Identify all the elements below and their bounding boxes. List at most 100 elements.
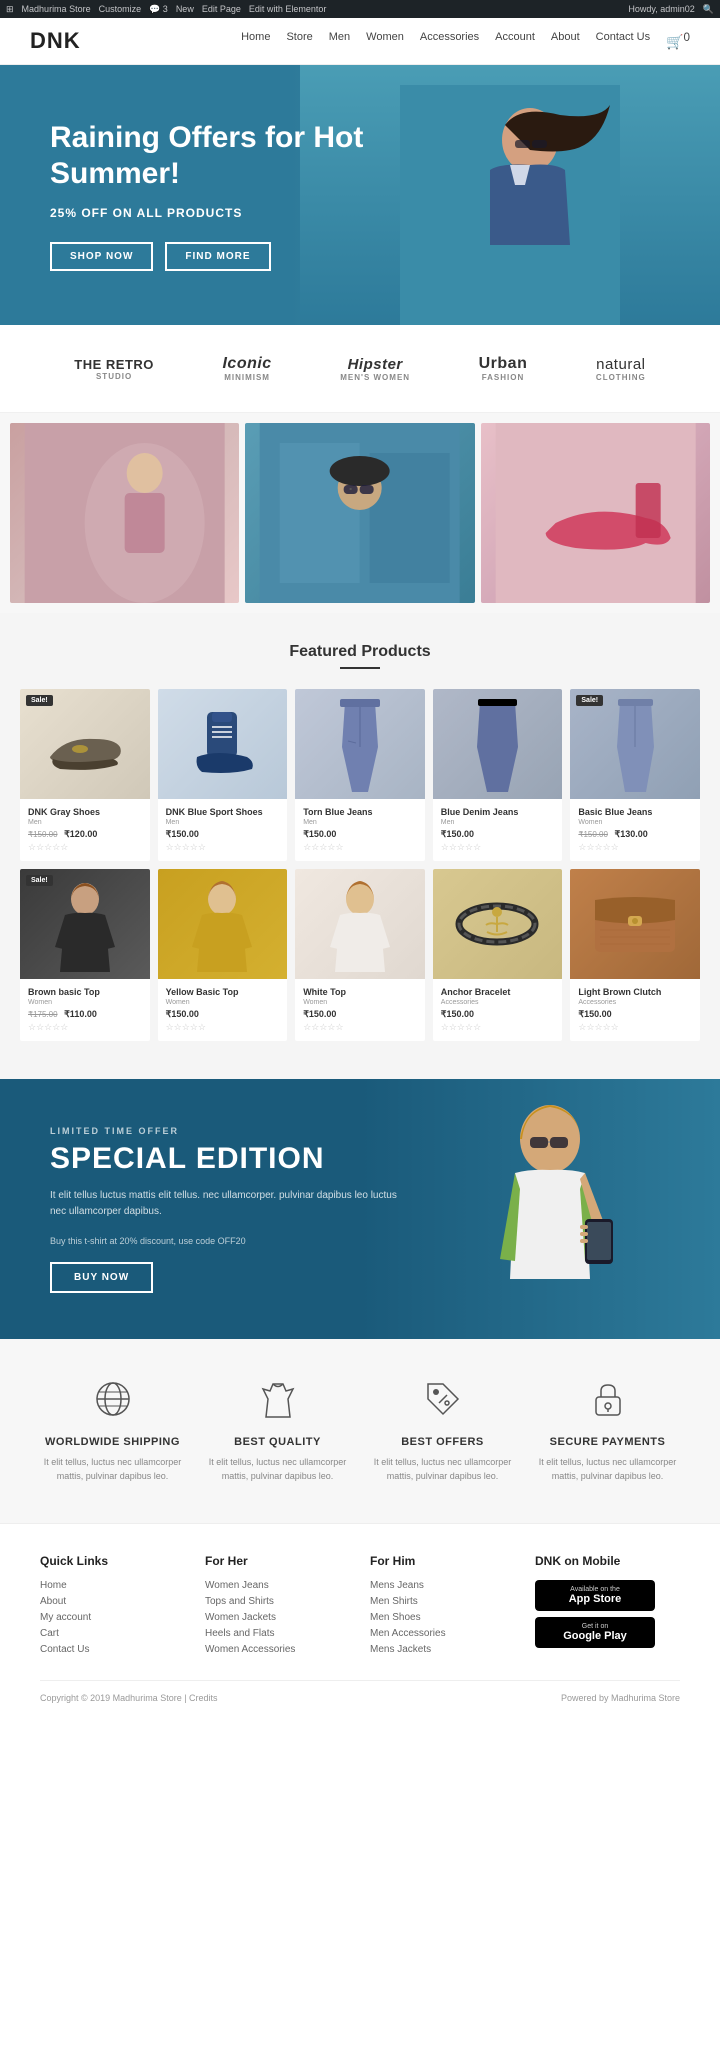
admin-bar-elementor[interactable]: Edit with Elementor bbox=[249, 4, 327, 14]
special-person-image bbox=[380, 1079, 680, 1339]
footer-for-her: For Her Women Jeans Tops and Shirts Wome… bbox=[205, 1554, 350, 1660]
product-image-clutch bbox=[570, 869, 700, 979]
feature-title: SECURE PAYMENTS bbox=[550, 1436, 666, 1448]
product-stars: ☆☆☆☆☆ bbox=[303, 842, 417, 853]
hero-title: Raining Offers for Hot Summer! bbox=[50, 120, 370, 192]
powered-by-text: Powered by Madhurima Store bbox=[561, 1693, 680, 1703]
promo-bg-2 bbox=[245, 423, 474, 603]
product-image-torn-jeans bbox=[295, 689, 425, 799]
product-stars: ☆☆☆☆☆ bbox=[166, 1022, 280, 1033]
nav-accessories[interactable]: Accessories bbox=[420, 31, 479, 51]
footer-link-men-shoes[interactable]: Men Shoes bbox=[370, 1612, 515, 1623]
shop-now-button[interactable]: SHOP NOW bbox=[50, 242, 153, 271]
nav-home[interactable]: Home bbox=[241, 31, 270, 51]
nav-contact[interactable]: Contact Us bbox=[596, 31, 650, 51]
product-stars: ☆☆☆☆☆ bbox=[441, 1022, 555, 1033]
product-info-basic-jeans: Basic Blue Jeans Women ₹150.00 ₹130.00 ☆… bbox=[570, 799, 700, 861]
footer-link-heels[interactable]: Heels and Flats bbox=[205, 1628, 350, 1639]
featured-title: Featured Products bbox=[20, 643, 700, 661]
hero-content: Raining Offers for Hot Summer! 25% OFF O… bbox=[50, 120, 370, 271]
footer-link-cart[interactable]: Cart bbox=[40, 1628, 185, 1639]
feature-offers: BEST OFFERS It elit tellus, luctus nec u… bbox=[368, 1379, 518, 1483]
footer-link-mens-jeans[interactable]: Mens Jeans bbox=[370, 1580, 515, 1591]
feature-desc: It elit tellus, luctus nec ullamcorper m… bbox=[38, 1456, 188, 1483]
dress-svg bbox=[258, 1379, 298, 1419]
product-card-white-top[interactable]: White Top Women ₹150.00 ☆☆☆☆☆ bbox=[295, 869, 425, 1041]
product-info-clutch: Light Brown Clutch Accessories ₹150.00 ☆… bbox=[570, 979, 700, 1041]
product-card-blue-denim[interactable]: Blue Denim Jeans Men ₹150.00 ☆☆☆☆☆ bbox=[433, 689, 563, 861]
find-more-button[interactable]: FINd More bbox=[165, 242, 270, 271]
footer-link-contact[interactable]: Contact Us bbox=[40, 1644, 185, 1655]
admin-bar-site[interactable]: Madhurima Store bbox=[22, 4, 91, 14]
featured-products-section: Featured Products Sale! DNK Gray Shoes M… bbox=[0, 613, 720, 1079]
product-card-gray-shoes[interactable]: Sale! DNK Gray Shoes Men ₹150.00 ₹120.00… bbox=[20, 689, 150, 861]
app-store-badge[interactable]: Available on the App Store bbox=[535, 1580, 655, 1611]
admin-bar-user[interactable]: Howdy, admin02 bbox=[628, 4, 694, 14]
footer-links-list: Home About My account Cart Contact Us bbox=[40, 1580, 185, 1655]
promo-card-tanktops: 20% OFF ONTANK TOPS Lorem ipsum dolor si… bbox=[10, 423, 239, 603]
feature-title: BEST OFFERS bbox=[401, 1436, 484, 1448]
footer-link-women-jackets[interactable]: Women Jackets bbox=[205, 1612, 350, 1623]
product-price: ₹150.00 ₹120.00 bbox=[28, 829, 142, 840]
special-content: LIMITED TIME OFFER SPECIAL EDITION It el… bbox=[50, 1126, 400, 1293]
product-card-brown-top[interactable]: Sale! Brown basic Top Women bbox=[20, 869, 150, 1041]
current-price: ₹130.00 bbox=[614, 829, 647, 839]
promo-bg-1 bbox=[10, 423, 239, 603]
feature-payments: SECURE PAYMENTS It elit tellus, luctus n… bbox=[533, 1379, 683, 1483]
product-card-torn-jeans[interactable]: Torn Blue Jeans Men ₹150.00 ☆☆☆☆☆ bbox=[295, 689, 425, 861]
brand-iconic: Iconic MINIMISM bbox=[222, 355, 271, 382]
product-name: DNK Blue Sport Shoes bbox=[166, 807, 280, 817]
hero-buttons: SHOP NOW FINd More bbox=[50, 242, 370, 271]
quality-icon bbox=[258, 1379, 298, 1426]
nav-women[interactable]: Women bbox=[366, 31, 404, 51]
hero-subtitle: 25% OFF ON ALL PRODUCTS bbox=[50, 206, 370, 220]
nav-account[interactable]: Account bbox=[495, 31, 535, 51]
admin-bar-edit-page[interactable]: Edit Page bbox=[202, 4, 241, 14]
product-card-yellow-top[interactable]: Yellow Basic Top Women ₹150.00 ☆☆☆☆☆ bbox=[158, 869, 288, 1041]
product-card-blue-sport-shoes[interactable]: DNK Blue Sport Shoes Men ₹150.00 ☆☆☆☆☆ bbox=[158, 689, 288, 861]
product-price: ₹150.00 bbox=[441, 829, 555, 840]
products-row-1: Sale! DNK Gray Shoes Men ₹150.00 ₹120.00… bbox=[20, 689, 700, 861]
footer-quick-links: Quick Links Home About My account Cart C… bbox=[40, 1554, 185, 1660]
globe-svg bbox=[93, 1379, 133, 1419]
nav-store[interactable]: Store bbox=[286, 31, 312, 51]
torn-jeans-svg bbox=[330, 697, 390, 792]
product-image-white-top bbox=[295, 869, 425, 979]
old-price: ₹150.00 bbox=[28, 830, 58, 839]
footer-link-about[interactable]: About bbox=[40, 1596, 185, 1607]
product-card-clutch[interactable]: Light Brown Clutch Accessories ₹150.00 ☆… bbox=[570, 869, 700, 1041]
footer-link-mens-jackets[interactable]: Mens Jackets bbox=[370, 1644, 515, 1655]
footer-link-men-acc[interactable]: Men Accessories bbox=[370, 1628, 515, 1639]
cart-icon[interactable]: 🛒0 bbox=[666, 31, 690, 51]
footer-link-men-shirts[interactable]: Men Shirts bbox=[370, 1596, 515, 1607]
product-info-blue-sport: DNK Blue Sport Shoes Men ₹150.00 ☆☆☆☆☆ bbox=[158, 799, 288, 861]
product-category: Men bbox=[28, 819, 142, 826]
promo-bg-3 bbox=[481, 423, 710, 603]
product-card-basic-jeans[interactable]: Sale! Basic Blue Jeans Women ₹150.00 ₹13… bbox=[570, 689, 700, 861]
admin-bar-comments[interactable]: 💬 3 bbox=[149, 4, 168, 15]
nav-about[interactable]: About bbox=[551, 31, 580, 51]
footer-link-home[interactable]: Home bbox=[40, 1580, 185, 1591]
nav-men[interactable]: Men bbox=[329, 31, 350, 51]
shipping-icon bbox=[93, 1379, 133, 1426]
site-logo[interactable]: DNK bbox=[30, 28, 81, 54]
product-info-blue-denim: Blue Denim Jeans Men ₹150.00 ☆☆☆☆☆ bbox=[433, 799, 563, 861]
product-image-bracelet bbox=[433, 869, 563, 979]
google-play-badge[interactable]: Get it on Google Play bbox=[535, 1617, 655, 1648]
promo-card-eyewear: LATESTEYEWEAR Lorem ipsum dolor sit amet… bbox=[245, 423, 474, 603]
admin-bar-customize[interactable]: Customize bbox=[99, 4, 142, 14]
product-image-blue-denim bbox=[433, 689, 563, 799]
product-name: DNK Gray Shoes bbox=[28, 807, 142, 817]
admin-bar-new[interactable]: New bbox=[176, 4, 194, 14]
product-card-bracelet[interactable]: Anchor Bracelet Accessories ₹150.00 ☆☆☆☆… bbox=[433, 869, 563, 1041]
search-icon[interactable]: 🔍 bbox=[703, 4, 714, 15]
footer-link-tops-shirts[interactable]: Tops and Shirts bbox=[205, 1596, 350, 1607]
buy-now-button[interactable]: BUY NOW bbox=[50, 1262, 153, 1293]
product-name: Basic Blue Jeans bbox=[578, 807, 692, 817]
footer-link-women-acc[interactable]: Women Accessories bbox=[205, 1644, 350, 1655]
footer-link-women-jeans[interactable]: Women Jeans bbox=[205, 1580, 350, 1591]
product-category: Men bbox=[303, 819, 417, 826]
feature-title: WORLDWIDE SHIPPING bbox=[45, 1436, 180, 1448]
copyright-text: Copyright © 2019 Madhurima Store | Credi… bbox=[40, 1693, 218, 1703]
footer-link-account[interactable]: My account bbox=[40, 1612, 185, 1623]
